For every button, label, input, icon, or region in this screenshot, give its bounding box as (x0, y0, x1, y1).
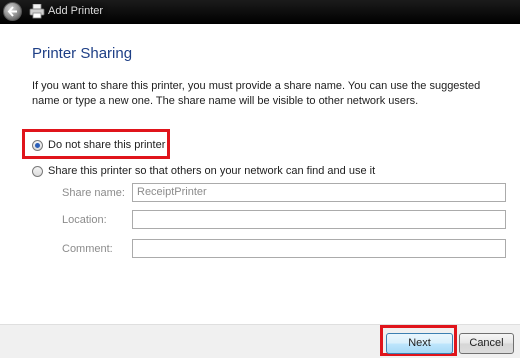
share-name-input[interactable]: ReceiptPrinter (132, 183, 506, 202)
printer-icon (29, 4, 45, 19)
share-name-label: Share name: (62, 187, 125, 199)
location-label: Location: (62, 214, 107, 226)
cancel-button[interactable]: Cancel (459, 333, 514, 354)
window-title: Add Printer (48, 5, 104, 17)
radio-label-do-not-share[interactable]: Do not share this printer (48, 139, 165, 151)
comment-input[interactable] (132, 239, 506, 258)
radio-unchecked-icon[interactable] (32, 165, 43, 177)
radio-label-share[interactable]: Share this printer so that others on you… (48, 165, 375, 177)
title-bar: Add Printer (0, 0, 520, 24)
page-description: If you want to share this printer, you m… (32, 80, 481, 107)
back-arrow-icon (7, 6, 17, 17)
location-input[interactable] (132, 210, 506, 229)
comment-label: Comment: (62, 243, 113, 255)
next-button[interactable]: Next (386, 333, 453, 354)
back-button[interactable] (3, 2, 22, 21)
radio-share[interactable]: Share this printer so that others on you… (32, 165, 375, 177)
page-title: Printer Sharing (32, 45, 133, 62)
radio-checked-icon[interactable] (32, 139, 43, 151)
radio-do-not-share[interactable]: Do not share this printer (32, 139, 165, 151)
